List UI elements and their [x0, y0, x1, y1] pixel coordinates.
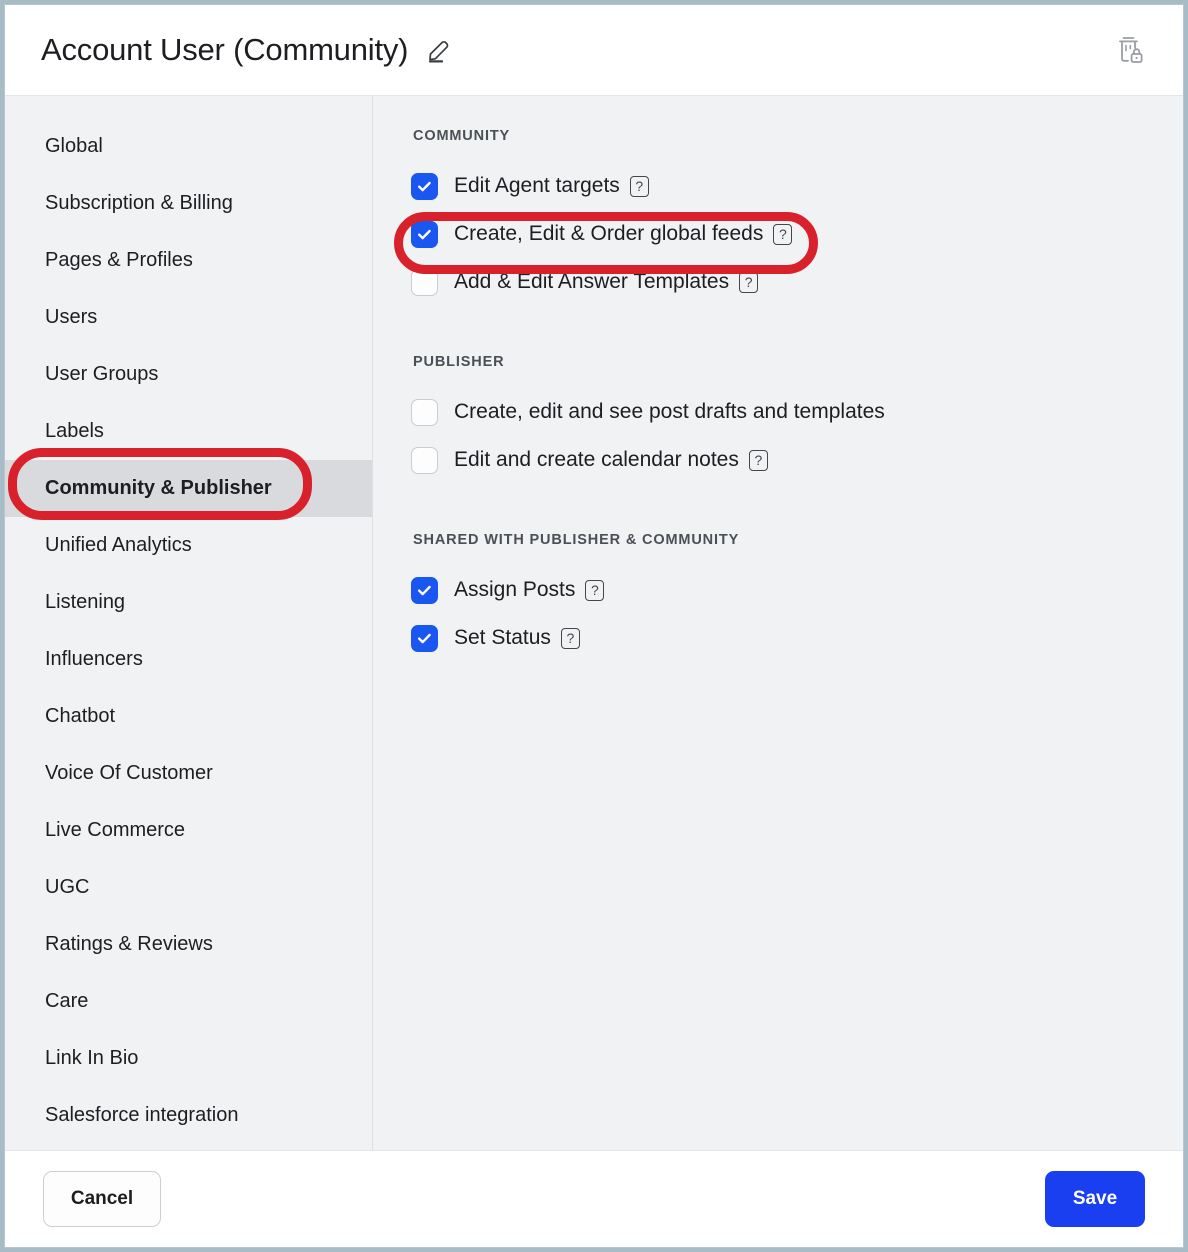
- sidebar-item-label: Community & Publisher: [45, 477, 272, 499]
- sidebar-item-label: Care: [45, 990, 89, 1012]
- sidebar-item-label: Labels: [45, 420, 104, 442]
- sidebar-item-label: Link In Bio: [45, 1047, 139, 1069]
- sidebar-item-unified-analytics[interactable]: Unified Analytics: [5, 517, 372, 574]
- permission-label: Edit Agent targets: [454, 174, 620, 197]
- cancel-button[interactable]: Cancel: [43, 1171, 161, 1227]
- permission-row-add-edit-answer-templates: Add & Edit Answer Templates ?: [411, 258, 1183, 306]
- sidebar-item-link-in-bio[interactable]: Link In Bio: [5, 1030, 372, 1087]
- sidebar-item-subscription-billing[interactable]: Subscription & Billing: [5, 175, 372, 232]
- permission-row-edit-create-calendar-notes: Edit and create calendar notes ?: [411, 436, 1183, 484]
- checkbox-create-edit-see-post-drafts[interactable]: [411, 398, 438, 426]
- checkbox-edit-create-calendar-notes[interactable]: [411, 446, 438, 474]
- sidebar-item-label: Salesforce integration: [45, 1104, 239, 1126]
- sidebar-item-label: Live Commerce: [45, 819, 186, 841]
- sidebar-item-pages-profiles[interactable]: Pages & Profiles: [5, 232, 372, 289]
- sidebar-item-influencers[interactable]: Influencers: [5, 631, 372, 688]
- dialog-body: Global Subscription & Billing Pages & Pr…: [5, 96, 1183, 1150]
- permission-label: Assign Posts: [454, 578, 576, 601]
- sidebar-item-voice-of-customer[interactable]: Voice Of Customer: [5, 745, 372, 802]
- dialog-header: Account User (Community): [5, 5, 1183, 96]
- sidebar-item-label: Subscription & Billing: [45, 192, 233, 214]
- permissions-dialog: Account User (Community) Global Subscrip…: [4, 4, 1184, 1248]
- sidebar-item-label: Influencers: [45, 648, 143, 670]
- sidebar-item-labels[interactable]: Labels: [5, 403, 372, 460]
- sidebar-item-users[interactable]: Users: [5, 289, 372, 346]
- pencil-icon[interactable]: [426, 37, 452, 63]
- checkbox-edit-agent-targets[interactable]: [411, 172, 438, 200]
- sidebar-item-salesforce-integration[interactable]: Salesforce integration: [5, 1087, 372, 1144]
- permission-label: Create, edit and see post drafts and tem…: [454, 400, 885, 423]
- settings-sidebar: Global Subscription & Billing Pages & Pr…: [5, 96, 373, 1150]
- section-community: COMMUNITY Edit Agent targets ? Create, E…: [411, 128, 1183, 306]
- sidebar-item-ratings-reviews[interactable]: Ratings & Reviews: [5, 916, 372, 973]
- permission-label: Add & Edit Answer Templates: [454, 270, 730, 293]
- permission-row-set-status: Set Status ?: [411, 614, 1183, 662]
- section-heading: COMMUNITY: [413, 128, 511, 144]
- help-icon[interactable]: ?: [560, 627, 580, 649]
- sidebar-item-label: Listening: [45, 591, 126, 613]
- dialog-footer: Cancel Save: [5, 1150, 1183, 1247]
- sidebar-item-care[interactable]: Care: [5, 973, 372, 1030]
- help-icon[interactable]: ?: [748, 449, 768, 471]
- sidebar-item-label: Unified Analytics: [45, 534, 192, 556]
- permission-label: Create, Edit & Order global feeds: [454, 222, 764, 245]
- permission-row-create-edit-order-global-feeds: Create, Edit & Order global feeds ?: [411, 210, 1183, 258]
- sidebar-item-label: Chatbot: [45, 705, 116, 727]
- sidebar-item-label: UGC: [45, 876, 90, 898]
- sidebar-item-listening[interactable]: Listening: [5, 574, 372, 631]
- permission-label: Edit and create calendar notes: [454, 448, 739, 471]
- sidebar-item-community-publisher[interactable]: Community & Publisher: [5, 460, 372, 517]
- sidebar-item-label: Ratings & Reviews: [45, 933, 213, 955]
- help-icon[interactable]: ?: [629, 175, 649, 197]
- help-icon[interactable]: ?: [773, 223, 793, 245]
- sidebar-item-chatbot[interactable]: Chatbot: [5, 688, 372, 745]
- section-heading: SHARED WITH PUBLISHER & COMMUNITY: [413, 532, 740, 548]
- section-heading: PUBLISHER: [413, 354, 505, 370]
- sidebar-item-label: Pages & Profiles: [45, 249, 193, 271]
- section-shared-with-publisher-community: SHARED WITH PUBLISHER & COMMUNITY Assign…: [411, 532, 1183, 662]
- help-icon[interactable]: ?: [585, 579, 605, 601]
- sidebar-item-user-groups[interactable]: User Groups: [5, 346, 372, 403]
- permission-label: Set Status: [454, 626, 551, 649]
- sidebar-item-global[interactable]: Global: [5, 118, 372, 175]
- checkbox-add-edit-answer-templates[interactable]: [411, 268, 438, 296]
- sidebar-item-ugc[interactable]: UGC: [5, 859, 372, 916]
- trash-lock-icon[interactable]: [1113, 33, 1147, 67]
- sidebar-item-label: Voice Of Customer: [45, 762, 213, 784]
- sidebar-item-label: Global: [45, 135, 103, 157]
- page-title: Account User (Community): [41, 32, 409, 67]
- checkbox-create-edit-order-global-feeds[interactable]: [411, 220, 438, 248]
- sidebar-item-live-commerce[interactable]: Live Commerce: [5, 802, 372, 859]
- save-button[interactable]: Save: [1045, 1171, 1145, 1227]
- sidebar-item-label: Users: [45, 306, 98, 328]
- permission-row-edit-agent-targets: Edit Agent targets ?: [411, 162, 1183, 210]
- checkbox-set-status[interactable]: [411, 624, 438, 652]
- help-icon[interactable]: ?: [739, 271, 759, 293]
- permission-row-assign-posts: Assign Posts ?: [411, 566, 1183, 614]
- permissions-panel: COMMUNITY Edit Agent targets ? Create, E…: [373, 96, 1183, 1150]
- permission-row-create-edit-see-post-drafts: Create, edit and see post drafts and tem…: [411, 388, 1183, 436]
- section-publisher: PUBLISHER Create, edit and see post draf…: [411, 354, 1183, 484]
- sidebar-item-label: User Groups: [45, 363, 159, 385]
- checkbox-assign-posts[interactable]: [411, 576, 438, 604]
